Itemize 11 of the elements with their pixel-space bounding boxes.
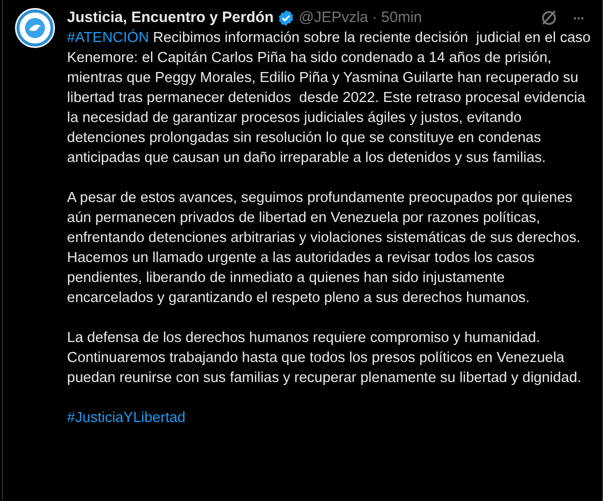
author-name[interactable]: Justicia, Encuentro y Perdón bbox=[67, 6, 274, 30]
post-paragraph: La defensa de los derechos humanos requiere compromiso y humanidad. Continuaremos trabajando hasta que todos los presos políticos en Venezuela puedan reunirse con sus familias y recuperar plenamente su libertad y dignidad. bbox=[67, 329, 582, 388]
logo-icon bbox=[15, 8, 55, 48]
separator: · bbox=[372, 8, 378, 28]
more-menu-button[interactable]: ··· bbox=[573, 8, 584, 28]
post-paragraph: #ATENCIÓN Recibimos información sobre la reciente decisión judicial en el caso Kenemore: el Capitán Carlos Piña ha sido condenado a 14 años de prisión, mientras que Peggy Morales, Edilio Piña y Yasmina Guilarte han recuperado su libertad tras permanecer detenidos desde 2022. Este retraso procesal evidencia la necesidad de garantizar procesos judiciales ágiles y justos, evitando detenciones prolongadas sin resolución lo que se constituye en condenas anticipadas que causan un daño irreparable a los detenidos y sus familias. bbox=[67, 28, 592, 168]
hashtag-link[interactable]: #JusticiaYLibertad bbox=[67, 408, 186, 428]
user-handle[interactable]: @JEPvzla bbox=[298, 6, 368, 30]
hashtag-link[interactable]: #ATENCIÓN bbox=[67, 30, 149, 46]
post-paragraph: A pesar de estos avances, seguimos profundamente preocupados por quienes aún permanecen privados de libertad en Venezuela por razones políticas, enfrentando detenciones arbitrarias y violaciones sistemáticas de sus derechos. Hacemos un llamado urgente a las autoridades a revisar todos los casos pendientes, liberando de inmediato a quienes han sido injustamente encarcelados y garantizando el respeto pleno a sus derechos humanos. bbox=[67, 189, 582, 308]
post-time[interactable]: 50min bbox=[381, 6, 422, 30]
